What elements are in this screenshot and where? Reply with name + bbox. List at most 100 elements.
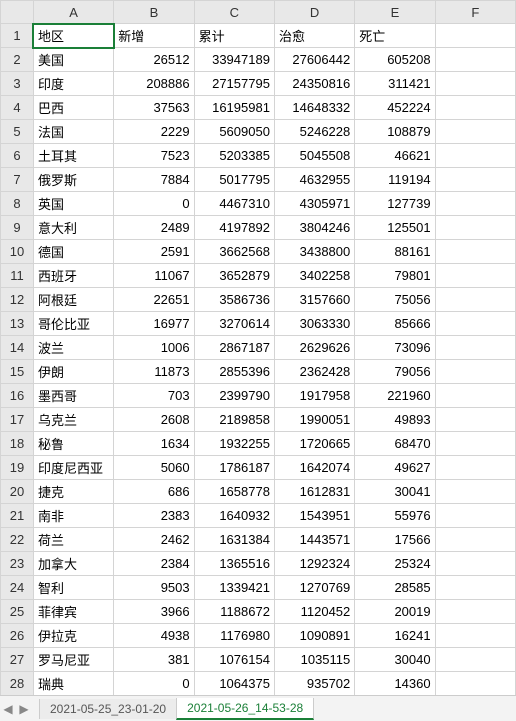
- cell-B22[interactable]: 2462: [114, 528, 194, 552]
- cell-C19[interactable]: 1786187: [194, 456, 274, 480]
- cell-A4[interactable]: 巴西: [33, 96, 113, 120]
- row-header-18[interactable]: 18: [1, 432, 34, 456]
- cell-A18[interactable]: 秘鲁: [33, 432, 113, 456]
- row-header-14[interactable]: 14: [1, 336, 34, 360]
- cell-D13[interactable]: 3063330: [274, 312, 354, 336]
- cell-B14[interactable]: 1006: [114, 336, 194, 360]
- row-header-1[interactable]: 1: [1, 24, 34, 48]
- cell-C25[interactable]: 1188672: [194, 600, 274, 624]
- col-header-A[interactable]: A: [33, 1, 113, 24]
- cell-B12[interactable]: 22651: [114, 288, 194, 312]
- cell-B17[interactable]: 2608: [114, 408, 194, 432]
- cell-A24[interactable]: 智利: [33, 576, 113, 600]
- cell-B21[interactable]: 2383: [114, 504, 194, 528]
- cell-F13[interactable]: [435, 312, 515, 336]
- cell-D10[interactable]: 3438800: [274, 240, 354, 264]
- cell-D15[interactable]: 2362428: [274, 360, 354, 384]
- cell-D17[interactable]: 1990051: [274, 408, 354, 432]
- cell-E20[interactable]: 30041: [355, 480, 435, 504]
- cell-B27[interactable]: 381: [114, 648, 194, 672]
- row-header-7[interactable]: 7: [1, 168, 34, 192]
- tab-next-icon[interactable]: ▶: [16, 696, 32, 721]
- cell-D14[interactable]: 2629626: [274, 336, 354, 360]
- row-header-20[interactable]: 20: [1, 480, 34, 504]
- cell-D4[interactable]: 14648332: [274, 96, 354, 120]
- cell-C17[interactable]: 2189858: [194, 408, 274, 432]
- cell-D16[interactable]: 1917958: [274, 384, 354, 408]
- spreadsheet-grid[interactable]: ABCDEF 1地区新增累计治愈死亡2美国2651233947189276064…: [0, 0, 516, 695]
- row-header-6[interactable]: 6: [1, 144, 34, 168]
- cell-C26[interactable]: 1176980: [194, 624, 274, 648]
- cell-E21[interactable]: 55976: [355, 504, 435, 528]
- cell-D3[interactable]: 24350816: [274, 72, 354, 96]
- cell-C24[interactable]: 1339421: [194, 576, 274, 600]
- cell-F20[interactable]: [435, 480, 515, 504]
- cell-E22[interactable]: 17566: [355, 528, 435, 552]
- cell-F11[interactable]: [435, 264, 515, 288]
- cell-C7[interactable]: 5017795: [194, 168, 274, 192]
- cell-C22[interactable]: 1631384: [194, 528, 274, 552]
- col-header-C[interactable]: C: [194, 1, 274, 24]
- col-header-F[interactable]: F: [435, 1, 515, 24]
- cell-F26[interactable]: [435, 624, 515, 648]
- row-header-26[interactable]: 26: [1, 624, 34, 648]
- sheet-tab-0[interactable]: 2021-05-25_23-01-20: [39, 699, 177, 719]
- cell-D5[interactable]: 5246228: [274, 120, 354, 144]
- cell-D25[interactable]: 1120452: [274, 600, 354, 624]
- cell-A27[interactable]: 罗马尼亚: [33, 648, 113, 672]
- cell-A22[interactable]: 荷兰: [33, 528, 113, 552]
- cell-D18[interactable]: 1720665: [274, 432, 354, 456]
- cell-C5[interactable]: 5609050: [194, 120, 274, 144]
- row-header-13[interactable]: 13: [1, 312, 34, 336]
- cell-A19[interactable]: 印度尼西亚: [33, 456, 113, 480]
- cell-A14[interactable]: 波兰: [33, 336, 113, 360]
- cell-A28[interactable]: 瑞典: [33, 672, 113, 696]
- cell-C2[interactable]: 33947189: [194, 48, 274, 72]
- cell-A2[interactable]: 美国: [33, 48, 113, 72]
- cell-A17[interactable]: 乌克兰: [33, 408, 113, 432]
- row-header-10[interactable]: 10: [1, 240, 34, 264]
- cell-F5[interactable]: [435, 120, 515, 144]
- cell-F21[interactable]: [435, 504, 515, 528]
- cell-C12[interactable]: 3586736: [194, 288, 274, 312]
- cell-C18[interactable]: 1932255: [194, 432, 274, 456]
- cell-C16[interactable]: 2399790: [194, 384, 274, 408]
- cell-E11[interactable]: 79801: [355, 264, 435, 288]
- cell-C10[interactable]: 3662568: [194, 240, 274, 264]
- cell-F2[interactable]: [435, 48, 515, 72]
- cell-F14[interactable]: [435, 336, 515, 360]
- col-header-E[interactable]: E: [355, 1, 435, 24]
- cell-A25[interactable]: 菲律宾: [33, 600, 113, 624]
- cell-B15[interactable]: 11873: [114, 360, 194, 384]
- cell-B23[interactable]: 2384: [114, 552, 194, 576]
- cell-B28[interactable]: 0: [114, 672, 194, 696]
- cell-C15[interactable]: 2855396: [194, 360, 274, 384]
- cell-D9[interactable]: 3804246: [274, 216, 354, 240]
- row-header-19[interactable]: 19: [1, 456, 34, 480]
- row-header-11[interactable]: 11: [1, 264, 34, 288]
- cell-D7[interactable]: 4632955: [274, 168, 354, 192]
- cell-B1[interactable]: 新增: [114, 24, 194, 48]
- cell-D11[interactable]: 3402258: [274, 264, 354, 288]
- cell-E17[interactable]: 49893: [355, 408, 435, 432]
- cell-B13[interactable]: 16977: [114, 312, 194, 336]
- cell-F8[interactable]: [435, 192, 515, 216]
- row-header-25[interactable]: 25: [1, 600, 34, 624]
- cell-B10[interactable]: 2591: [114, 240, 194, 264]
- cell-E14[interactable]: 73096: [355, 336, 435, 360]
- cell-A8[interactable]: 英国: [33, 192, 113, 216]
- cell-E3[interactable]: 311421: [355, 72, 435, 96]
- row-header-9[interactable]: 9: [1, 216, 34, 240]
- cell-D22[interactable]: 1443571: [274, 528, 354, 552]
- cell-F24[interactable]: [435, 576, 515, 600]
- cell-E23[interactable]: 25324: [355, 552, 435, 576]
- cell-A5[interactable]: 法国: [33, 120, 113, 144]
- cell-E5[interactable]: 108879: [355, 120, 435, 144]
- cell-C8[interactable]: 4467310: [194, 192, 274, 216]
- cell-F19[interactable]: [435, 456, 515, 480]
- cell-F28[interactable]: [435, 672, 515, 696]
- cell-C6[interactable]: 5203385: [194, 144, 274, 168]
- cell-C21[interactable]: 1640932: [194, 504, 274, 528]
- cell-D23[interactable]: 1292324: [274, 552, 354, 576]
- cell-F9[interactable]: [435, 216, 515, 240]
